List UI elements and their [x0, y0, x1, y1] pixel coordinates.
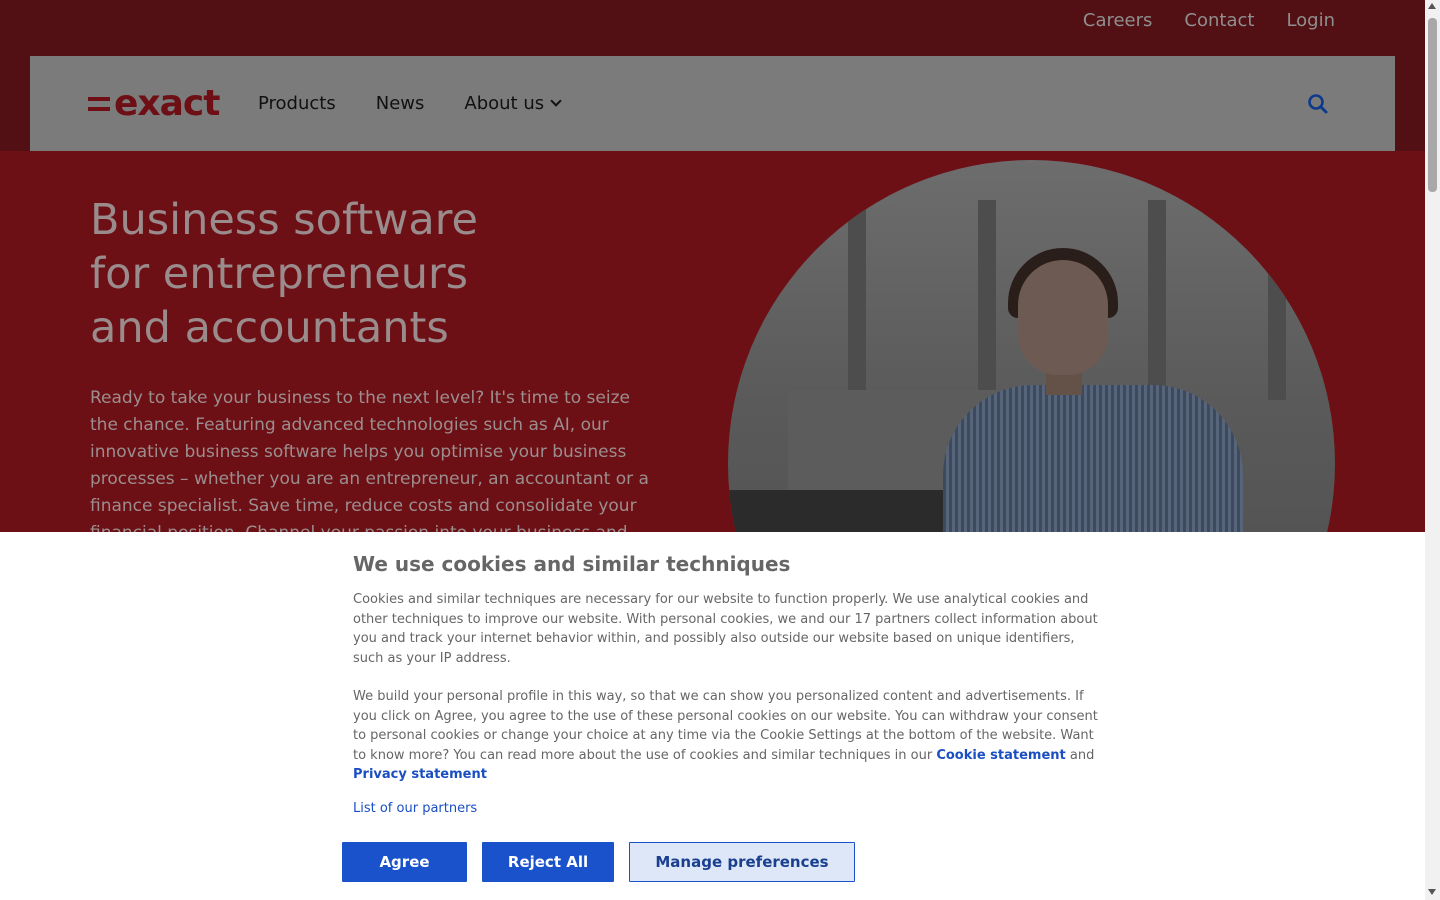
logo-text: exact [114, 83, 220, 124]
manage-preferences-button[interactable]: Manage preferences [629, 842, 855, 882]
cookie-paragraph-1: Cookies and similar techniques are neces… [353, 592, 1098, 666]
hero-title-line-1: Business software [90, 195, 478, 245]
nav-item-about-label: About us [464, 93, 545, 114]
nav-item-products[interactable]: Products [258, 93, 336, 114]
hero-title-line-3: and accountants [90, 303, 449, 353]
page: Careers Contact Login exact Products New… [0, 0, 1425, 900]
cookie-banner: We use cookies and similar techniques Co… [0, 532, 1425, 900]
nav-item-news[interactable]: News [376, 93, 425, 114]
scrollbar-thumb[interactable] [1428, 18, 1437, 192]
privacy-statement-link[interactable]: Privacy statement [353, 767, 487, 782]
search-icon[interactable] [1307, 93, 1329, 115]
cookie-content: We use cookies and similar techniques Co… [353, 552, 1103, 816]
partners-list-link[interactable]: List of our partners [353, 801, 1103, 816]
hero-section: Business software for entrepreneurs and … [0, 151, 1425, 767]
nav-item-about-us[interactable]: About us [464, 93, 562, 114]
reject-all-button[interactable]: Reject All [482, 842, 614, 882]
main-navbar: exact Products News About us [30, 56, 1395, 151]
careers-link[interactable]: Careers [1083, 10, 1153, 31]
chevron-down-icon [550, 95, 562, 107]
exact-logo[interactable]: exact [88, 86, 228, 122]
cookie-title: We use cookies and similar techniques [353, 552, 791, 576]
primary-nav: Products News About us [258, 56, 562, 151]
login-link[interactable]: Login [1286, 10, 1335, 31]
hero-description: Ready to take your business to the next … [90, 388, 649, 535]
agree-button[interactable]: Agree [342, 842, 467, 882]
hero-title: Business software for entrepreneurs and … [90, 193, 610, 355]
cookie-statement-link[interactable]: Cookie statement [936, 748, 1065, 763]
scroll-down-arrow-icon[interactable] [1428, 889, 1436, 895]
top-utility-nav: Careers Contact Login [1083, 0, 1335, 40]
cookie-paragraph-2: We build your personal profile in this w… [353, 687, 1103, 785]
and-text: and [1065, 747, 1095, 763]
logo-mark-icon [88, 97, 110, 111]
hero-title-line-2: for entrepreneurs [90, 249, 469, 299]
page-scrollbar[interactable] [1425, 0, 1440, 900]
scroll-up-arrow-icon[interactable] [1428, 3, 1436, 9]
contact-link[interactable]: Contact [1184, 10, 1254, 31]
